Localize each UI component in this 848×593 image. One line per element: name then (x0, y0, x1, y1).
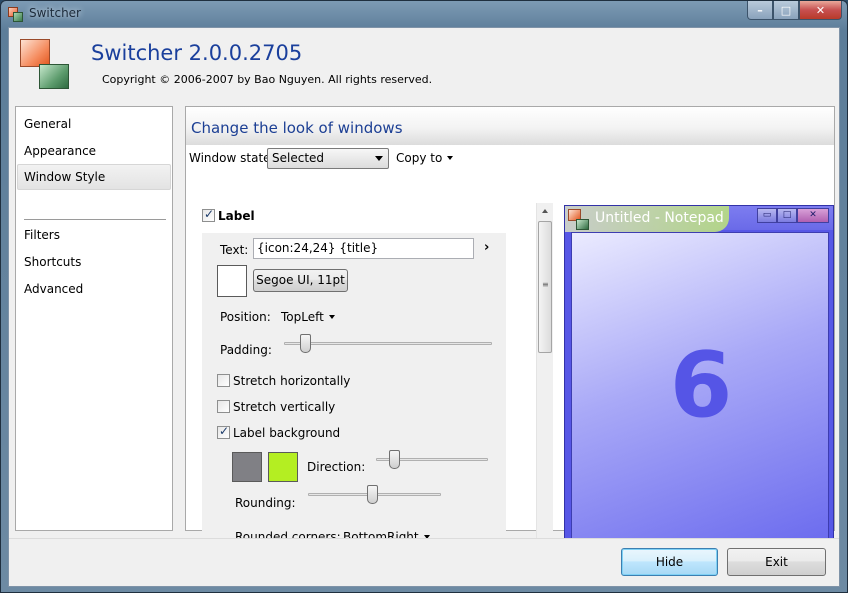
insert-token-arrow-icon[interactable]: › (484, 240, 489, 255)
preview-minimize-icon: ▭ (757, 208, 777, 223)
app-header: Switcher 2.0.0.2705 Copyright © 2006-200… (9, 28, 839, 98)
preview-maximize-icon: □ (777, 208, 797, 223)
chevron-down-icon (328, 315, 335, 319)
scrollbar-thumb[interactable]: ≡ (538, 221, 552, 353)
settings-nav: General Appearance Window Style Filters … (15, 106, 173, 531)
caption-buttons: – □ ✕ (747, 1, 842, 20)
maximize-button[interactable]: □ (773, 1, 799, 20)
switcher-window: Switcher – □ ✕ Switcher 2.0.0.2705 Copyr… (0, 0, 848, 593)
nav-item-general[interactable]: General (17, 111, 171, 137)
nav-item-advanced[interactable]: Advanced (17, 276, 171, 302)
padding-label: Padding: (220, 343, 272, 357)
close-button[interactable]: ✕ (799, 1, 842, 20)
minimize-button[interactable]: – (747, 1, 773, 20)
nav-item-filters[interactable]: Filters (17, 222, 171, 248)
copyright-text: Copyright © 2006-2007 by Bao Nguyen. All… (102, 73, 433, 86)
label-settings-group: Text: {icon:24,24} {title} › Segoe UI, 1… (202, 233, 506, 553)
window-title: Switcher (29, 6, 81, 20)
exit-button[interactable]: Exit (727, 548, 826, 576)
main-panel: Change the look of windows Window state:… (185, 106, 835, 553)
switcher-logo (20, 39, 70, 89)
client-area: Switcher 2.0.0.2705 Copyright © 2006-200… (8, 27, 840, 587)
label-text-input[interactable]: {icon:24,24} {title} (253, 238, 474, 259)
stretch-vertically-checkbox[interactable] (217, 400, 230, 413)
grip-icon: ≡ (542, 280, 549, 289)
main-header: Change the look of windows (186, 107, 834, 145)
preview-body: 6 (571, 232, 829, 548)
stretch-horizontally-label: Stretch horizontally (233, 374, 351, 388)
stretch-vertically-label: Stretch vertically (233, 400, 336, 414)
background-end-color-swatch[interactable] (268, 452, 298, 482)
chevron-down-icon (447, 156, 454, 160)
label-background-label: Label background (233, 426, 341, 440)
font-button[interactable]: Segoe UI, 11pt (253, 269, 348, 292)
nav-item-window-style[interactable]: Window Style (17, 164, 171, 190)
padding-slider-thumb[interactable] (300, 334, 311, 353)
copy-to-label: Copy to (396, 151, 443, 165)
window-state-value: Selected (272, 151, 325, 165)
app-title: Switcher 2.0.0.2705 (91, 41, 303, 65)
window-state-dropdown[interactable]: Selected (267, 148, 389, 169)
rounding-slider-thumb[interactable] (367, 485, 378, 504)
text-label: Text: (220, 243, 249, 257)
app-icon (8, 7, 24, 23)
hide-button[interactable]: Hide (621, 548, 718, 576)
chevron-down-icon (375, 156, 383, 161)
window-state-label: Window state: (189, 151, 275, 165)
rounding-label: Rounding: (235, 496, 296, 510)
copy-to-menu[interactable]: Copy to (396, 151, 454, 165)
preview-close-icon: ✕ (797, 208, 829, 223)
preview-window-number: 6 (669, 333, 733, 438)
preview-window: 6 Untitled - Notepad ▭ □ ✕ (564, 205, 834, 552)
settings-scrollbar[interactable]: ≡ (536, 203, 553, 551)
label-checkbox[interactable] (202, 207, 215, 222)
nav-item-shortcuts[interactable]: Shortcuts (17, 249, 171, 275)
position-label: Position: (220, 310, 271, 324)
page-title: Change the look of windows (191, 119, 403, 137)
stretch-horizontally-checkbox[interactable] (217, 374, 230, 387)
position-value: TopLeft (281, 310, 324, 324)
window-state-toolbar: Window state: Selected Copy to (186, 145, 834, 171)
scroll-up-icon[interactable] (542, 209, 548, 213)
nav-separator (24, 219, 166, 220)
background-start-color-swatch[interactable] (232, 452, 262, 482)
font-color-swatch[interactable] (217, 265, 247, 297)
dialog-footer: Hide Exit (9, 538, 839, 586)
preview-app-icon (568, 209, 590, 231)
style-preview: 6 Untitled - Notepad ▭ □ ✕ (564, 205, 836, 553)
preview-caption-buttons: ▭ □ ✕ (757, 208, 829, 223)
direction-label: Direction: (307, 460, 366, 474)
label-checkbox-text: Label (218, 209, 255, 223)
label-background-checkbox[interactable] (217, 424, 230, 439)
title-bar[interactable]: Switcher – □ ✕ (1, 1, 847, 27)
padding-slider-track[interactable] (284, 342, 492, 345)
preview-title: Untitled - Notepad (595, 210, 724, 226)
direction-slider-thumb[interactable] (389, 450, 400, 469)
position-dropdown[interactable]: TopLeft (281, 310, 335, 324)
nav-item-appearance[interactable]: Appearance (17, 138, 171, 164)
